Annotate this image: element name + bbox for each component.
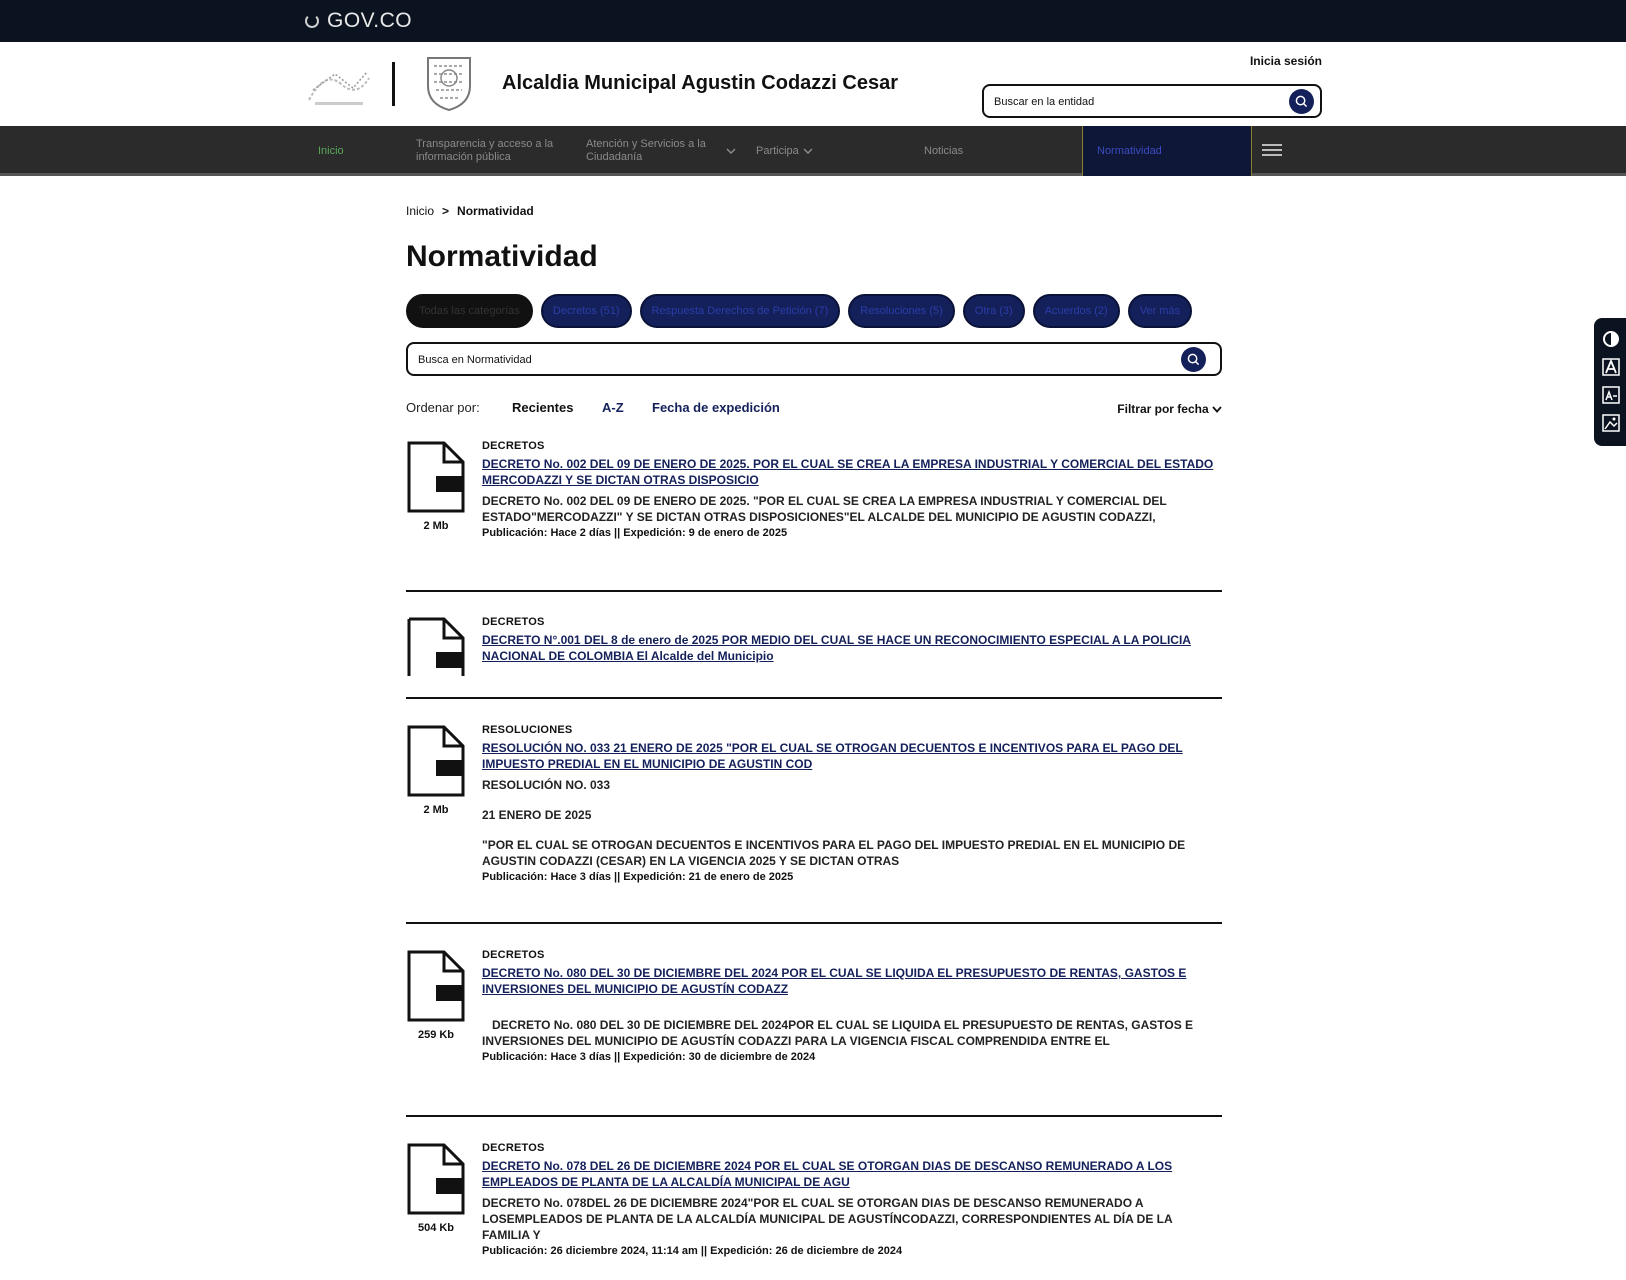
nav-item-participa-label: Participa [756,144,799,157]
result-item: 259 Kb DECRETOS DECRETO No. 080 DEL 30 D… [406,949,1222,1089]
page-title: Normatividad [406,240,598,273]
brand-divider [392,62,395,106]
nav-item-atencion-label: Atención y Servicios a la Ciudadanía [586,138,706,163]
entity-search-box [982,84,1322,118]
category-chips: Todas las categorías Decretos (51) Respu… [406,294,1193,328]
result-meta: Publicación: Hace 3 días || Expedición: … [482,1051,816,1063]
pdf-file-icon[interactable] [406,616,466,676]
hamburger-menu-icon[interactable] [1262,141,1282,159]
sort-expedition-date[interactable]: Fecha de expedición [652,400,780,415]
search-icon [1187,353,1200,366]
result-description-text: DECRETO No. 078DEL 26 DE DICIEMBRE 2024"… [482,1196,1173,1242]
entity-search-input[interactable] [994,93,1274,111]
result-item: 2 Mb DECRETOS DECRETO No. 002 DEL 09 DE … [406,440,1222,566]
font-increase-icon[interactable] [1602,358,1620,376]
sort-row: Ordenar por: Recientes A-Z Fecha de expe… [406,400,1222,418]
file-size: 2 Mb [423,804,449,816]
nav-item-noticias[interactable]: Noticias [924,126,963,176]
normatividad-search-input[interactable] [418,351,1158,369]
filter-by-date-dropdown[interactable]: Filtrar por fecha [1117,402,1222,416]
chevron-down-icon [803,145,813,158]
result-category: DECRETOS [482,949,545,961]
result-meta: Publicación: 26 diciembre 2024, 11:14 am… [482,1245,903,1257]
image-toggle-icon[interactable] [1602,414,1620,432]
result-description-text: DECRETO No. 002 DEL 09 DE ENERO DE 2025.… [482,494,1167,524]
file-size: 504 Kb [417,1222,455,1234]
result-description-text: 21 ENERO DE 2025 [482,808,592,822]
result-divider [406,922,1222,924]
result-description: DECRETO No. 002 DEL 09 DE ENERO DE 2025.… [482,493,1222,525]
pdf-file-icon[interactable] [406,949,466,1023]
chip-resoluciones[interactable]: Resoluciones (5) [848,294,955,328]
result-description: RESOLUCIÓN NO. 033 21 ENERO DE 2025 "POR… [482,777,1222,869]
breadcrumb-separator: > [442,204,450,218]
result-meta: Publicación: Hace 2 días || Expedición: … [482,527,788,539]
file-size: 259 Kb [417,1029,455,1041]
result-title-link[interactable]: RESOLUCIÓN NO. 033 21 ENERO DE 2025 "POR… [482,740,1222,772]
normatividad-search-button[interactable] [1181,347,1206,372]
chevron-down-icon [1212,406,1222,413]
entity-search-button[interactable] [1289,89,1314,114]
result-category: DECRETOS [482,616,545,628]
colombia-logo-icon[interactable] [305,60,373,110]
filter-by-date-label: Filtrar por fecha [1117,402,1209,416]
result-title-link[interactable]: DECRETO N°.001 DEL 8 de enero de 2025 PO… [482,632,1222,664]
result-divider [406,1115,1222,1117]
nav-item-participa[interactable]: Participa [756,126,813,176]
pdf-file-icon[interactable] [406,1142,466,1216]
govco-bar: GOV.CO [0,0,1626,42]
govco-logo-text: GOV.CO [327,9,413,32]
chip-all-categories[interactable]: Todas las categorías [406,294,533,328]
result-description-text: RESOLUCIÓN NO. 033 [482,778,611,792]
result-item: 504 Kb DECRETOS DECRETO No. 078 DEL 26 D… [406,1142,1222,1272]
chip-decretos[interactable]: Decretos (51) [540,294,632,328]
result-meta: Publicación: Hace 3 días || Expedición: … [482,871,794,883]
govco-logo[interactable]: GOV.CO [305,9,412,33]
result-title-link[interactable]: DECRETO No. 080 DEL 30 DE DICIEMBRE DEL … [482,965,1222,997]
result-description: DECRETO No. 080 DEL 30 DE DICIEMBRE DEL … [482,1017,1222,1049]
nav-item-normatividad[interactable]: Normatividad [1082,126,1252,176]
file-size: 2 Mb [423,520,449,532]
normatividad-search-box [406,342,1222,376]
pdf-file-icon[interactable] [406,724,466,798]
result-title-link[interactable]: DECRETO No. 078 DEL 26 DE DICIEMBRE 2024… [482,1158,1222,1190]
pdf-file-icon[interactable] [406,440,466,514]
result-category: DECRETOS [482,440,545,452]
chip-derechos-peticion[interactable]: Respuesta Derechos de Petición (7) [639,294,841,328]
sort-recent[interactable]: Recientes [512,400,573,415]
result-item: DECRETOS DECRETO N°.001 DEL 8 de enero d… [406,616,1222,692]
result-category: RESOLUCIONES [482,724,573,736]
sort-az[interactable]: A-Z [602,400,624,415]
breadcrumb-current: Normatividad [457,204,534,218]
govco-logo-icon [305,14,319,28]
result-description: DECRETO No. 078DEL 26 DE DICIEMBRE 2024"… [482,1195,1222,1243]
municipal-shield-icon[interactable] [422,52,476,114]
nav-item-atencion[interactable]: Atención y Servicios a la Ciudadanía [586,126,736,176]
main-nav: Inicio Transparencia y acceso a la infor… [0,126,1626,176]
result-description-text: "POR EL CUAL SE OTROGAN DECUENTOS E INCE… [482,838,1186,868]
accessibility-toolbar [1594,318,1626,446]
font-decrease-icon[interactable] [1602,386,1620,404]
breadcrumb-home-link[interactable]: Inicio [406,204,434,218]
result-divider [406,590,1222,592]
chip-otra[interactable]: Otra (3) [962,294,1025,328]
breadcrumb: Inicio > Normatividad [406,204,534,218]
result-divider [406,697,1222,699]
result-category: DECRETOS [482,1142,545,1154]
result-item: 2 Mb RESOLUCIONES RESOLUCIÓN NO. 033 21 … [406,724,1222,894]
result-title-link[interactable]: DECRETO No. 002 DEL 09 DE ENERO DE 2025.… [482,456,1222,488]
result-description-text: DECRETO No. 080 DEL 30 DE DICIEMBRE DEL … [482,1018,1194,1048]
site-header: Alcaldia Municipal Agustin Codazzi Cesar… [0,42,1626,126]
login-link[interactable]: Inicia sesión [1250,54,1322,68]
chevron-down-icon [726,145,736,158]
nav-item-inicio[interactable]: Inicio [318,126,344,176]
search-icon [1295,95,1308,108]
chip-ver-mas[interactable]: Ver más [1127,294,1193,328]
contrast-icon[interactable] [1602,330,1620,348]
nav-item-transparencia[interactable]: Transparencia y acceso a la información … [416,126,566,176]
sort-label: Ordenar por: [406,400,480,415]
site-title[interactable]: Alcaldia Municipal Agustin Codazzi Cesar [502,72,898,95]
chip-acuerdos[interactable]: Acuerdos (2) [1032,294,1120,328]
